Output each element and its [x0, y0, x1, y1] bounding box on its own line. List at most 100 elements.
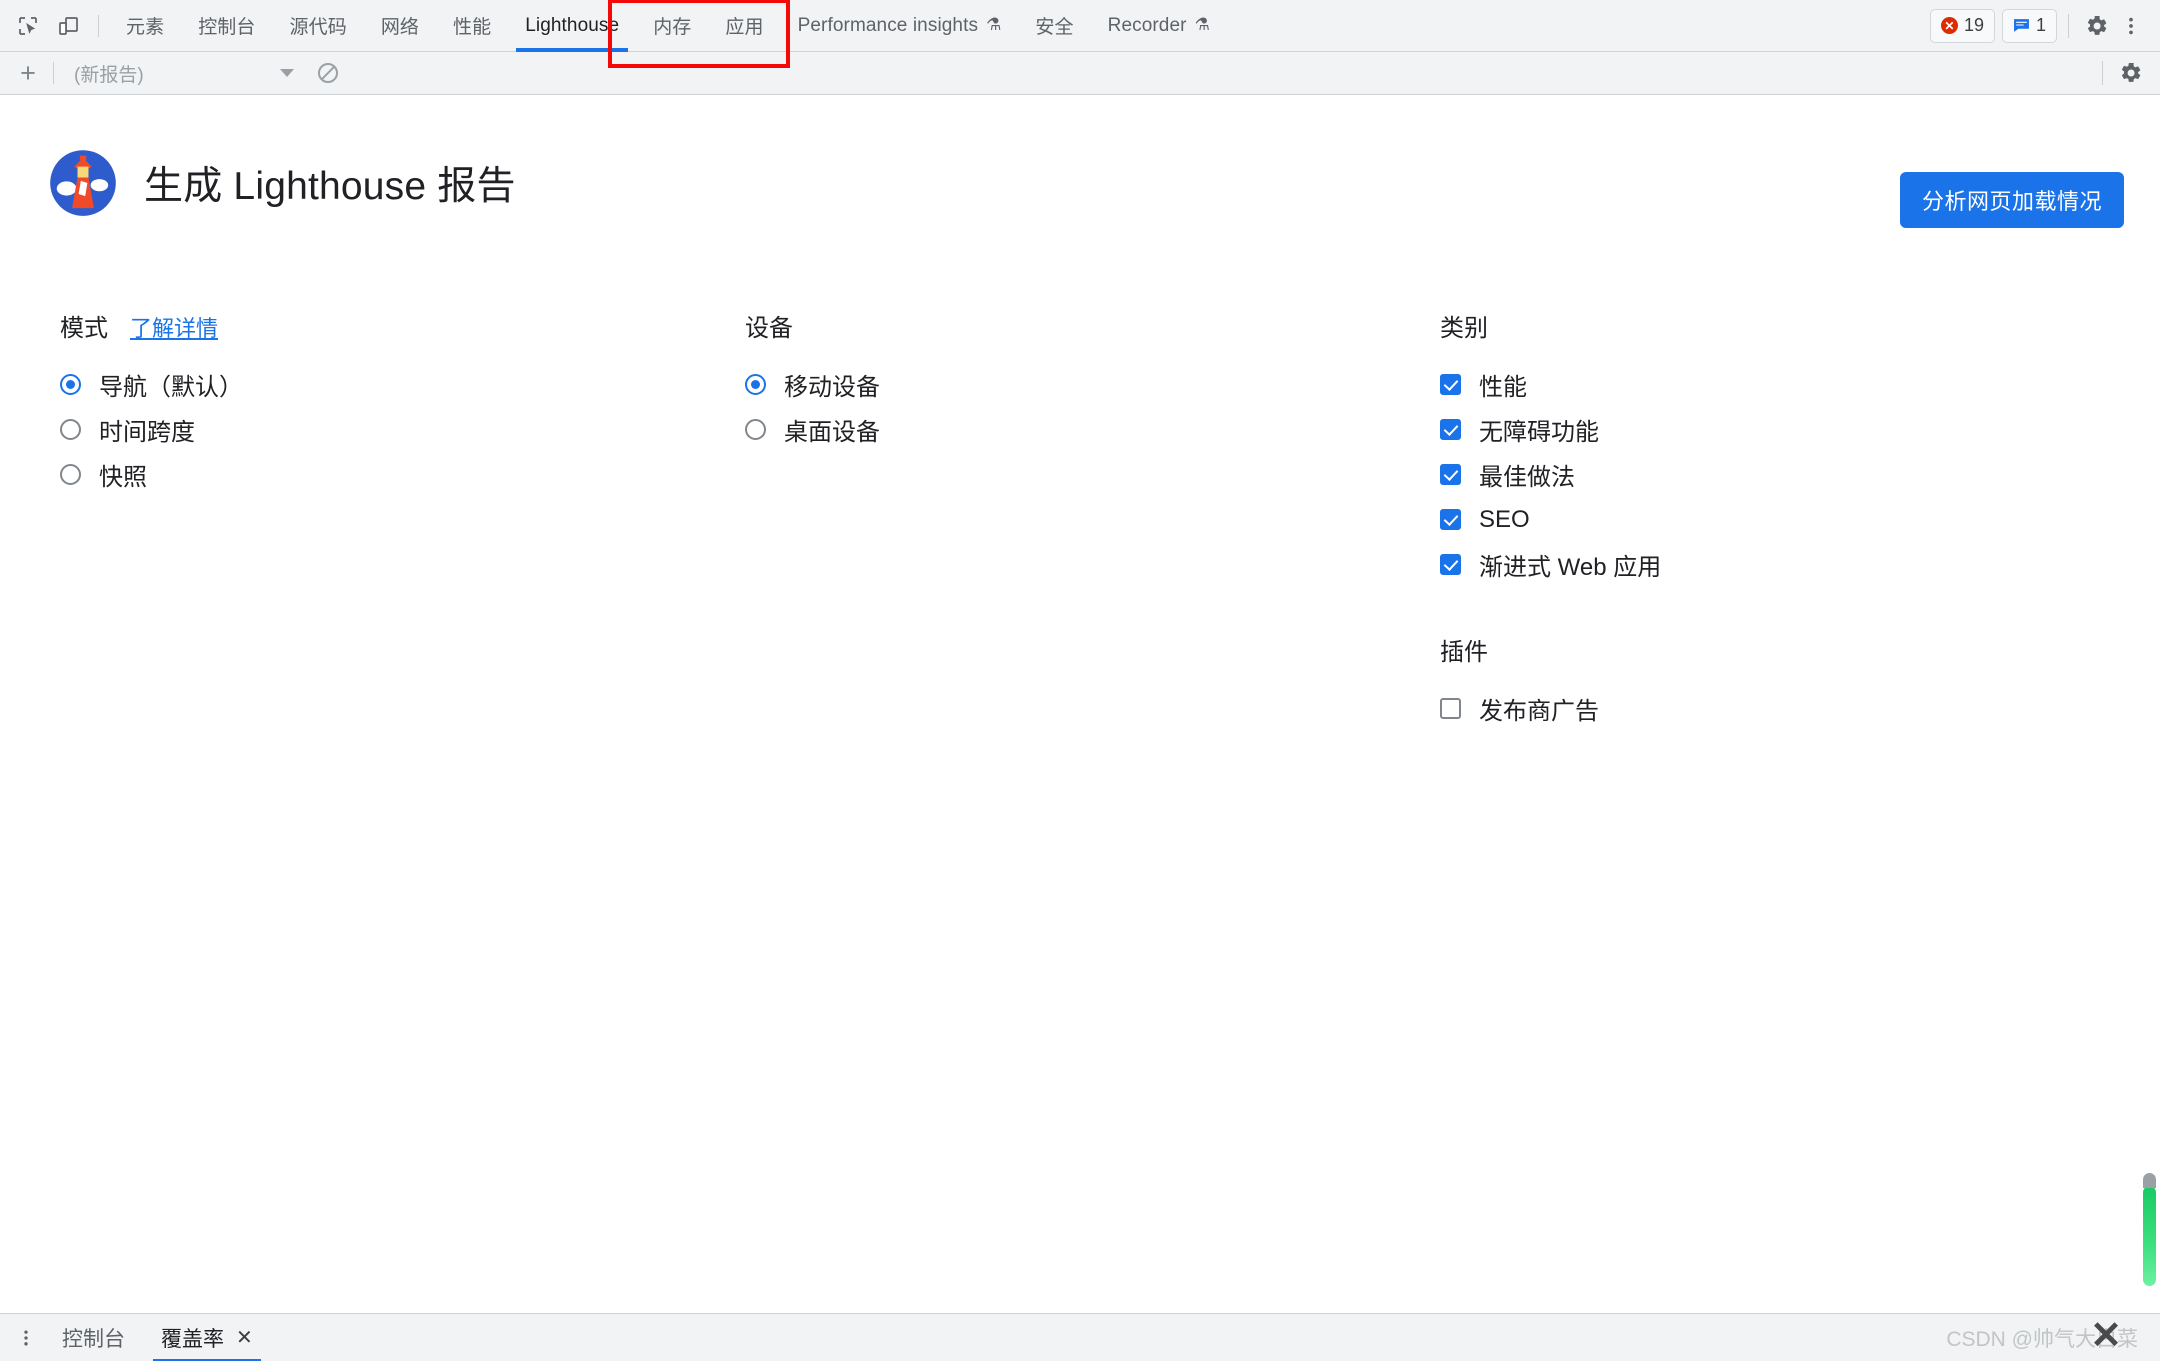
- report-select[interactable]: (新报告): [66, 60, 306, 87]
- tab-sources[interactable]: 源代码: [273, 0, 364, 52]
- tab-network[interactable]: 网络: [364, 0, 436, 52]
- devtools-tab-bar: 元素 控制台 源代码 网络 性能 Lighthouse 内存 应用 Perfor…: [0, 0, 2160, 68]
- tab-label: 源代码: [289, 17, 347, 38]
- new-report-button[interactable]: +: [9, 54, 47, 92]
- error-count: 19: [1963, 15, 1984, 35]
- report-select-value: (新报告): [74, 64, 144, 86]
- checkbox-icon[interactable]: [1440, 464, 1461, 485]
- close-icon[interactable]: ✕: [2090, 1317, 2122, 1355]
- lighthouse-header: 生成 Lighthouse 报告 分析网页加载情况: [0, 148, 2160, 228]
- checkbox-icon[interactable]: [1440, 698, 1461, 719]
- tab-console[interactable]: 控制台: [181, 0, 272, 52]
- flask-icon: ⚗: [986, 14, 1002, 34]
- tab-security[interactable]: 安全: [1018, 0, 1090, 52]
- toolbar-divider: [98, 14, 99, 37]
- mode-option-timespan[interactable]: 时间跨度: [60, 407, 243, 452]
- device-option-label: 桌面设备: [784, 419, 880, 446]
- analyze-page-load-button[interactable]: 分析网页加载情况: [1899, 172, 2124, 228]
- drawer-tab-console[interactable]: 控制台: [44, 1314, 143, 1361]
- mode-option-snapshot[interactable]: 快照: [60, 452, 243, 497]
- radio-icon[interactable]: [60, 419, 81, 440]
- tab-label: 网络: [380, 17, 420, 38]
- learn-more-link[interactable]: 了解详情: [130, 311, 218, 343]
- kebab-menu-icon[interactable]: [8, 1320, 44, 1356]
- mode-option-navigation[interactable]: 导航（默认）: [60, 362, 243, 407]
- category-option-label: 无障碍功能: [1479, 419, 1599, 446]
- tab-performance-insights[interactable]: Performance insights ⚗: [781, 0, 1019, 52]
- tab-label: Performance insights: [797, 14, 979, 36]
- toolbar-divider: [2068, 13, 2069, 38]
- gear-icon[interactable]: [2080, 9, 2114, 43]
- message-count: 1: [2035, 15, 2046, 35]
- plugins-heading: 插件: [1440, 639, 1488, 666]
- vertical-scrollbar-thumb[interactable]: [2143, 1173, 2156, 1286]
- tab-label: 元素: [126, 17, 165, 38]
- error-icon: ✕: [1940, 17, 1958, 34]
- checkbox-icon[interactable]: [1440, 419, 1461, 440]
- category-option-label: SEO: [1479, 505, 1530, 533]
- device-toolbar-icon[interactable]: [48, 0, 88, 52]
- close-icon[interactable]: ✕: [236, 1325, 253, 1350]
- device-option-mobile[interactable]: 移动设备: [745, 362, 880, 407]
- error-count-badge[interactable]: ✕ 19: [1929, 8, 1995, 43]
- category-option-seo[interactable]: SEO: [1440, 497, 1661, 542]
- tab-label: Lighthouse: [525, 14, 620, 36]
- tab-label: 控制台: [198, 17, 256, 38]
- tab-label: 内存: [653, 17, 692, 38]
- inspect-element-icon[interactable]: [8, 0, 48, 52]
- device-heading: 设备: [745, 315, 793, 342]
- chevron-down-icon: [280, 69, 294, 77]
- checkbox-icon[interactable]: [1440, 554, 1461, 575]
- tab-label: Recorder: [1107, 14, 1187, 36]
- drawer-tab-coverage[interactable]: 覆盖率 ✕: [143, 1314, 271, 1361]
- tab-lighthouse[interactable]: Lighthouse: [508, 0, 636, 52]
- tab-label: 应用: [725, 17, 764, 38]
- panel-tabs: 元素 控制台 源代码 网络 性能 Lighthouse 内存 应用 Perfor…: [109, 0, 1227, 52]
- plugins-heading-row: 插件: [1440, 632, 1661, 667]
- bottom-drawer: 控制台 覆盖率 ✕ CSDN @帅气大白菜 ✕: [0, 1313, 2160, 1361]
- device-option-label: 移动设备: [784, 374, 880, 401]
- radio-icon[interactable]: [745, 419, 766, 440]
- device-heading-row: 设备: [745, 308, 880, 343]
- tab-bar-right-controls: ✕ 19 1: [1923, 8, 2160, 43]
- mode-option-label: 导航（默认）: [99, 374, 243, 401]
- toolbar-right-controls: [2091, 56, 2160, 90]
- plugin-option-publisher-ads[interactable]: 发布商广告: [1440, 686, 1661, 731]
- tab-application[interactable]: 应用: [708, 0, 780, 52]
- message-count-badge[interactable]: 1: [2001, 8, 2057, 43]
- tab-memory[interactable]: 内存: [636, 0, 708, 52]
- categories-heading: 类别: [1440, 315, 1488, 342]
- device-section: 设备 移动设备 桌面设备: [745, 308, 880, 452]
- toolbar-divider: [2102, 61, 2103, 85]
- categories-heading-row: 类别: [1440, 308, 1661, 343]
- tab-label: 安全: [1035, 17, 1074, 38]
- mode-section: 模式 了解详情 导航（默认） 时间跨度 快照: [60, 308, 243, 497]
- toolbar-divider: [53, 62, 54, 84]
- tab-elements[interactable]: 元素: [109, 0, 181, 52]
- category-option-pwa[interactable]: 渐进式 Web 应用: [1440, 542, 1661, 587]
- mode-option-label: 时间跨度: [99, 419, 195, 446]
- lighthouse-logo: [48, 148, 118, 218]
- message-icon: [2013, 17, 2030, 34]
- tab-recorder[interactable]: Recorder ⚗: [1091, 0, 1227, 52]
- kebab-menu-icon[interactable]: [2114, 9, 2148, 43]
- category-option-performance[interactable]: 性能: [1440, 362, 1661, 407]
- plugin-option-label: 发布商广告: [1479, 698, 1599, 725]
- page-title: 生成 Lighthouse 报告: [144, 165, 516, 208]
- gear-icon[interactable]: [2114, 56, 2148, 90]
- tab-label: 性能: [453, 17, 492, 38]
- drawer-tab-label: 控制台: [62, 1327, 125, 1351]
- radio-icon[interactable]: [745, 374, 766, 395]
- tab-performance[interactable]: 性能: [436, 0, 508, 52]
- no-entry-icon[interactable]: [316, 61, 340, 85]
- lighthouse-toolbar: + (新报告): [0, 52, 2160, 95]
- category-option-accessibility[interactable]: 无障碍功能: [1440, 407, 1661, 452]
- device-option-desktop[interactable]: 桌面设备: [745, 407, 880, 452]
- watermark: CSDN @帅气大白菜: [1946, 1327, 2138, 1351]
- radio-icon[interactable]: [60, 374, 81, 395]
- checkbox-icon[interactable]: [1440, 509, 1461, 530]
- radio-icon[interactable]: [60, 464, 81, 485]
- checkbox-icon[interactable]: [1440, 374, 1461, 395]
- category-option-best-practices[interactable]: 最佳做法: [1440, 452, 1661, 497]
- flask-icon: ⚗: [1194, 14, 1210, 34]
